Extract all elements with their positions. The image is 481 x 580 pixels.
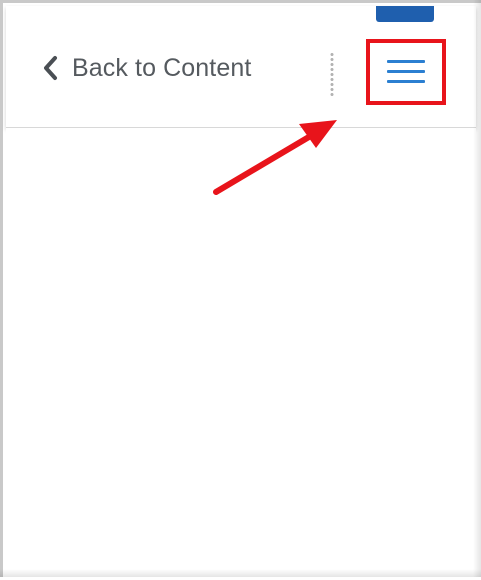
back-to-content-link[interactable]: Back to Content [40,48,251,88]
back-to-content-label: Back to Content [72,54,251,83]
content-area [6,128,476,572]
top-navigation-bar: Back to Content [6,6,476,128]
chevron-left-icon [40,53,60,83]
screenshot-frame: Back to Content [0,0,481,577]
frame-shadow-right [473,0,481,577]
hamburger-menu-icon [387,60,425,84]
frame-shadow-bottom [0,569,481,577]
accent-tab [376,6,434,22]
menu-button-highlight[interactable] [366,39,446,105]
dotted-divider [330,52,334,98]
